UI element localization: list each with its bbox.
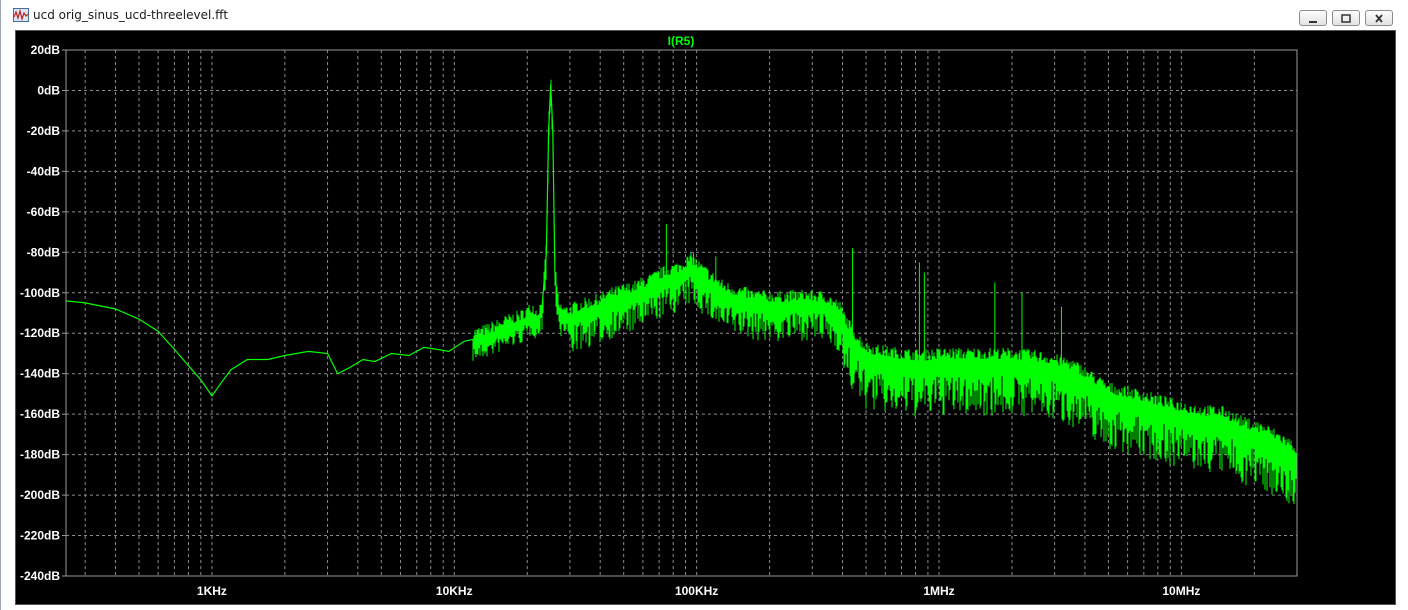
y-tick-label: -80dB: [27, 245, 61, 259]
y-tick-label: -20dB: [27, 124, 61, 138]
y-tick-label: -140dB: [20, 367, 60, 381]
y-tick-label: 0dB: [37, 83, 60, 97]
y-tick-label: 20dB: [31, 43, 61, 57]
y-tick-label: -240dB: [20, 569, 60, 583]
x-axis-ticks: 1KHz 10KHz 100KHz 1MHz 10MHz: [197, 584, 1200, 598]
grid-lines: [66, 50, 1297, 576]
y-axis-ticks: 20dB 0dB -20dB -40dB -60dB -80dB -100dB -120dB -…: [20, 43, 66, 583]
x-tick-label: 100KHz: [675, 584, 718, 598]
y-tick-label: -180dB: [20, 448, 60, 462]
window-title: ucd orig_sinus_ucd-threelevel.fft: [33, 8, 229, 22]
fft-waveform-window: ucd orig_sinus_ucd-threelevel.fft 20dB 0d…: [0, 0, 1408, 610]
trace-noise-band: [472, 79, 1297, 504]
waveform-app-icon: [13, 8, 29, 22]
y-tick-label: -200dB: [20, 488, 60, 502]
trace-label[interactable]: I(R5): [668, 34, 695, 48]
y-tick-label: -160dB: [20, 407, 60, 421]
y-tick-label: -60dB: [27, 205, 61, 219]
close-icon: [1375, 14, 1383, 23]
x-tick-label: 1KHz: [197, 584, 227, 598]
restore-icon: [1341, 14, 1351, 23]
minimize-button[interactable]: [1299, 10, 1327, 26]
x-tick-label: 1MHz: [923, 584, 954, 598]
window-titlebar[interactable]: ucd orig_sinus_ucd-threelevel.fft: [1, 0, 1408, 30]
minimize-icon: [1309, 21, 1317, 23]
restore-button[interactable]: [1332, 10, 1360, 26]
x-tick-label: 10KHz: [436, 584, 473, 598]
plot-area-border: [65, 49, 1298, 577]
x-tick-label: 10MHz: [1162, 584, 1200, 598]
fft-chart[interactable]: 20dB 0dB -20dB -40dB -60dB -80dB -100dB -120dB -…: [16, 31, 1395, 604]
plot-pane[interactable]: 20dB 0dB -20dB -40dB -60dB -80dB -100dB -120dB -…: [15, 30, 1396, 605]
y-tick-label: -100dB: [20, 286, 60, 300]
trace-layer: [65, 79, 1298, 504]
y-tick-label: -120dB: [20, 326, 60, 340]
close-button[interactable]: [1365, 10, 1393, 26]
y-tick-label: -220dB: [20, 529, 60, 543]
y-tick-label: -40dB: [27, 164, 61, 178]
